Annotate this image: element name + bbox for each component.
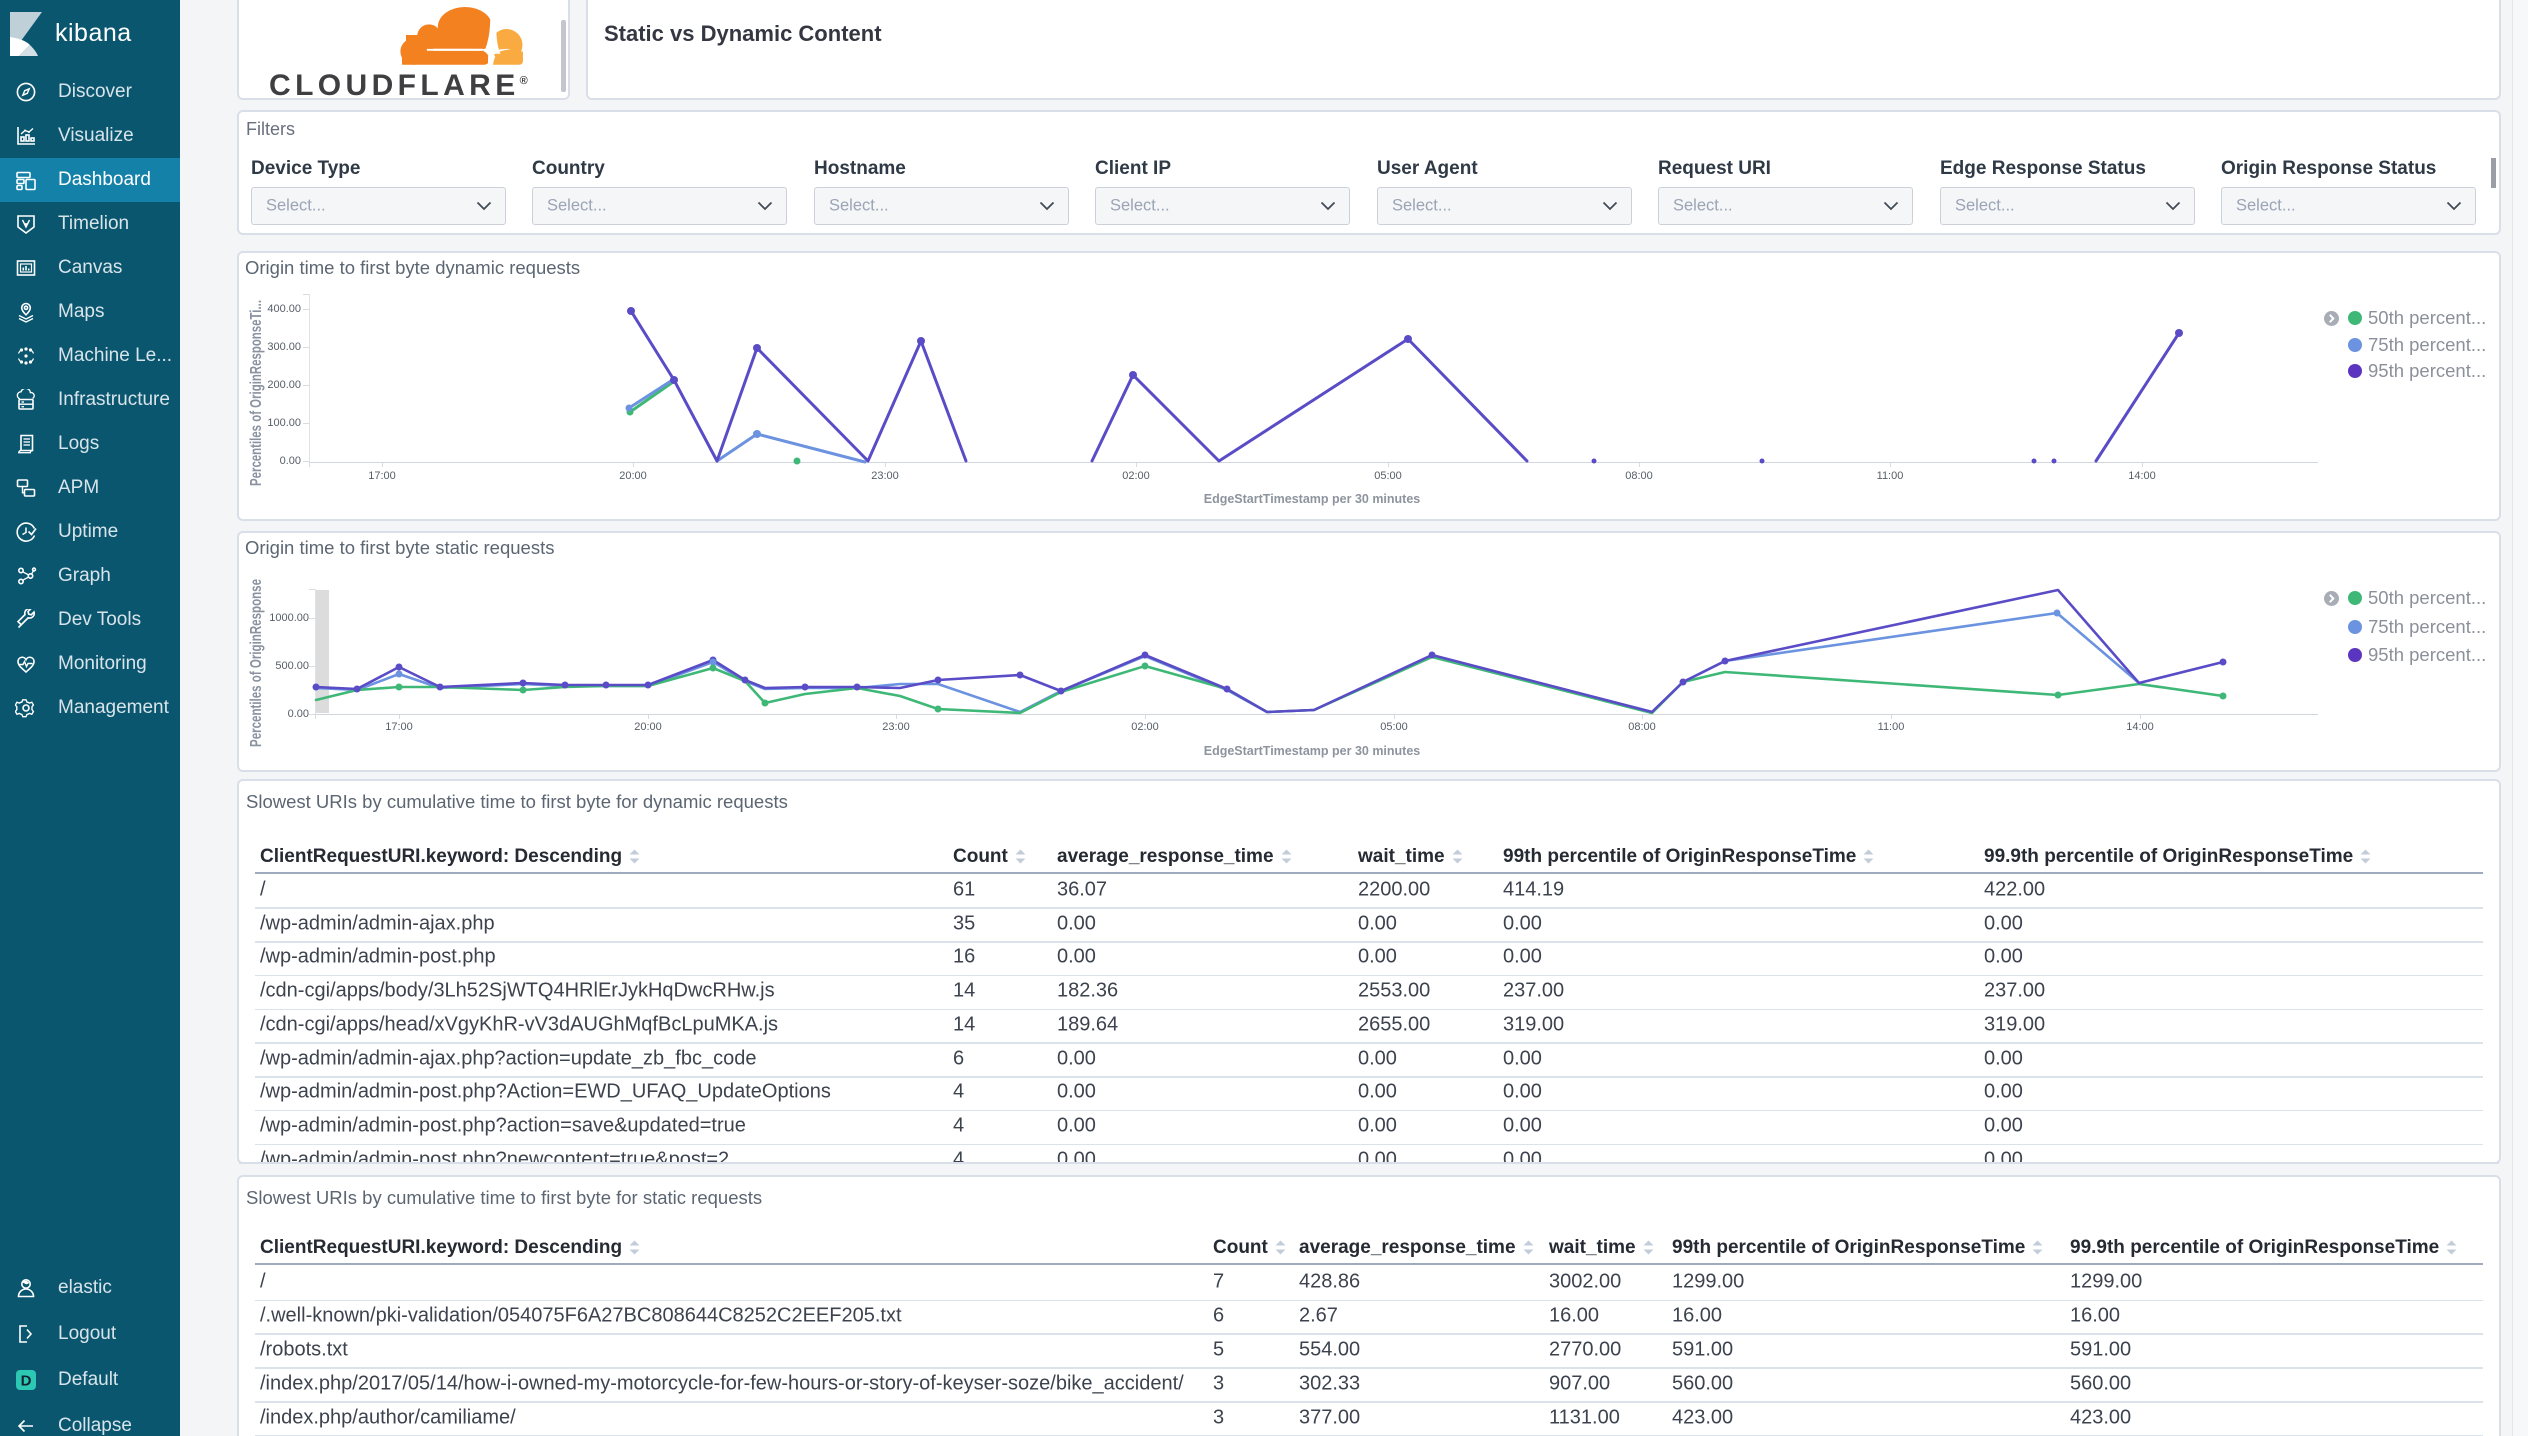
svg-text:D: D (21, 1373, 32, 1390)
